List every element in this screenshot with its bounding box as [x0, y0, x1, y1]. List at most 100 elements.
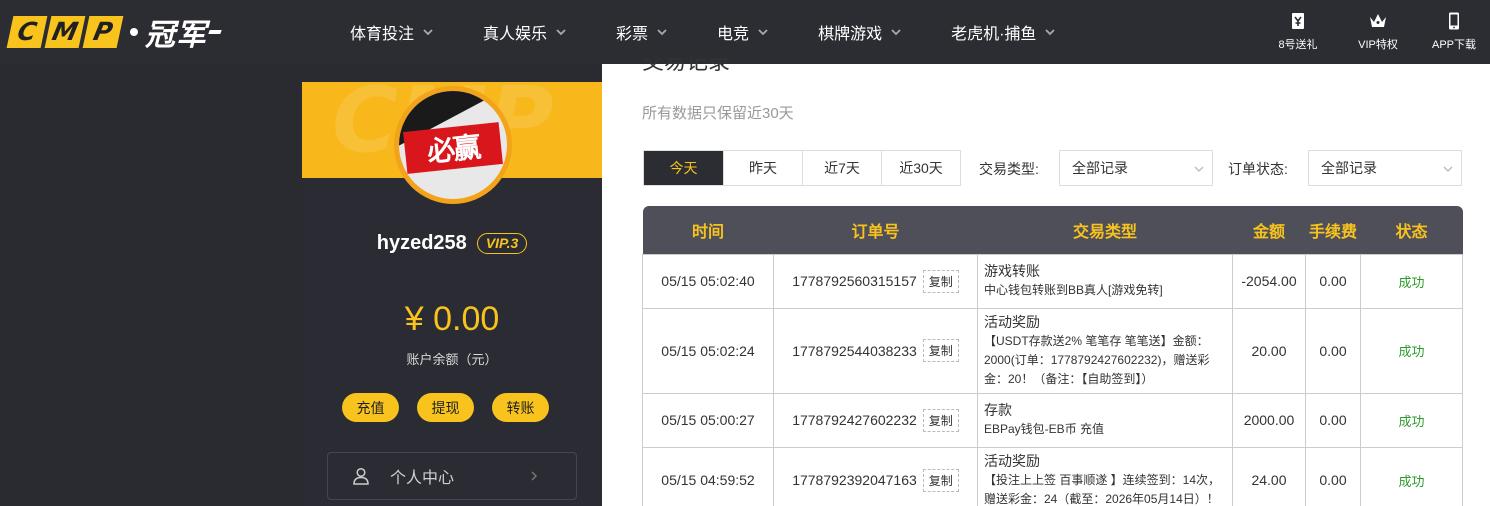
column-header-fee: 手续费	[1305, 206, 1361, 254]
column-header-status: 状态	[1360, 206, 1463, 254]
site-logo[interactable]: C M P 冠军	[6, 14, 222, 53]
date-range-tabs: 今天 昨天 近7天 近30天	[643, 150, 961, 186]
nav-label: 棋牌游戏	[818, 26, 883, 43]
cell-type: 活动奖励 【USDT存款送2% 笔笔存 笔笔送】金额：2000(订单：177879…	[977, 307, 1233, 394]
chevron-down-icon	[423, 29, 433, 36]
top-header: C M P 冠军 体育投注 真人娱乐 彩票 电竞 棋牌游戏 老虎机·捕鱼 8号送…	[0, 0, 1490, 64]
transaction-table: 时间 订单号 交易类型 金额 手续费 状态 05/15 05:02:40 177…	[642, 206, 1463, 506]
select-value: 全部记录	[1321, 160, 1377, 176]
nav-item-esports[interactable]: 电竞	[703, 0, 782, 64]
chevron-down-icon	[1443, 166, 1453, 172]
nav-label: 老虎机·捕鱼	[951, 26, 1037, 43]
table-row: 05/15 04:59:52 1778792392047163 复制 活动奖励 【投…	[642, 446, 1463, 506]
header-right-actions: 8号送礼 VIP特权 APP下载	[1262, 0, 1490, 64]
username: hyzed258	[376, 232, 467, 254]
nav-label: 彩票	[616, 26, 649, 43]
sidebar-item-label: 个人中心	[390, 470, 455, 487]
nav-item-card-games[interactable]: 棋牌游戏	[804, 0, 915, 64]
gift-8th-label: 8号送礼	[1278, 39, 1318, 51]
tab-yesterday[interactable]: 昨天	[723, 151, 802, 185]
user-sidebar: CMP 必赢 hyzed258 VIP.3 ¥ 0.00 账户余额（元） 充值 …	[302, 82, 602, 506]
account-balance: ¥ 0.00	[404, 300, 500, 338]
avatar-text: 必赢	[403, 122, 503, 174]
type-detail: EBPay钱包-EB币 充值	[984, 422, 1105, 436]
chevron-down-icon	[556, 29, 566, 36]
nav-item-lottery[interactable]: 彩票	[602, 0, 681, 64]
status-text: 成功	[1398, 274, 1425, 290]
chevron-right-icon	[531, 471, 538, 481]
status-text: 成功	[1398, 344, 1425, 359]
order-status-label: 订单状态:	[1228, 161, 1288, 177]
avatar[interactable]: 必赢	[394, 86, 512, 204]
transfer-button[interactable]: 转账	[492, 393, 549, 422]
page-title: 交易记录	[642, 58, 731, 74]
nav-item-sports[interactable]: 体育投注	[336, 0, 447, 64]
avatar-image: 必赢	[399, 91, 507, 199]
chevron-down-icon	[1045, 29, 1056, 36]
app-download-label: APP下载	[1431, 39, 1476, 51]
cell-fee: 0.00	[1305, 446, 1361, 506]
copy-button[interactable]: 复制	[922, 468, 959, 492]
nav-item-slots-fishing[interactable]: 老虎机·捕鱼	[937, 0, 1069, 64]
cell-order: 1778792560315157 复制	[773, 253, 978, 309]
chevron-down-icon	[1194, 166, 1204, 172]
deposit-button[interactable]: 充值	[342, 393, 399, 422]
tab-today[interactable]: 今天	[644, 151, 723, 185]
copy-button[interactable]: 复制	[922, 339, 959, 362]
app-download-button[interactable]: APP下载	[1418, 0, 1490, 64]
logo-dot	[130, 28, 138, 36]
main-content: 交易记录 所有数据只保留近30天 今天 昨天 近7天 近30天 交易类型: 全部…	[602, 58, 1490, 506]
chevron-down-icon	[657, 29, 667, 36]
user-icon	[353, 467, 369, 485]
vip-privilege-button[interactable]: VIP特权	[1342, 0, 1414, 64]
cell-order: 1778792544038233 复制	[773, 307, 978, 394]
type-title: 活动奖励	[984, 313, 1040, 330]
table-row: 05/15 05:00:27 1778792427602232 复制 存款 EBPa…	[642, 392, 1463, 448]
logo-letter-c: C	[6, 16, 48, 48]
cell-status: 成功	[1360, 392, 1463, 448]
cell-order: 1778792392047163 复制	[773, 446, 978, 506]
logo-mark	[208, 30, 222, 34]
column-header-order: 订单号	[773, 206, 978, 254]
order-number: 1778792560315157	[792, 273, 917, 289]
column-header-time: 时间	[642, 206, 774, 254]
gift-8th-button[interactable]: 8号送礼	[1262, 0, 1334, 64]
wallet-actions: 充值 提现 转账	[342, 393, 549, 422]
cell-type: 存款 EBPay钱包-EB币 充值	[977, 392, 1233, 448]
cell-amount: 2000.00	[1232, 392, 1306, 448]
table-row: 05/15 05:02:24 1778792544038233 复制 活动奖励 【U…	[642, 307, 1463, 394]
cell-fee: 0.00	[1305, 392, 1361, 448]
withdraw-button[interactable]: 提现	[417, 393, 474, 422]
nav-item-live-casino[interactable]: 真人娱乐	[469, 0, 580, 64]
column-header-type: 交易类型	[977, 206, 1233, 254]
copy-button[interactable]: 复制	[922, 408, 959, 432]
cell-time: 05/15 05:00:27	[642, 392, 774, 448]
cell-time: 05/15 05:02:24	[642, 307, 774, 394]
order-status-select[interactable]: 全部记录	[1308, 150, 1462, 186]
vip-level-badge: VIP.3	[476, 233, 528, 254]
gift-ticket-icon	[1292, 13, 1304, 29]
cell-type: 游戏转账 中心钱包转账到BB真人[游戏免转]	[977, 253, 1233, 309]
transaction-type-select[interactable]: 全部记录	[1059, 150, 1213, 186]
transaction-type-label: 交易类型:	[979, 161, 1039, 177]
column-header-amount: 金额	[1232, 206, 1306, 254]
type-title: 游戏转账	[984, 263, 1040, 279]
tab-last-30-days[interactable]: 近30天	[881, 151, 960, 185]
cell-type: 活动奖励 【投注上上签 百事顺遂 】连续签到：14次，赠送彩金：24（截至：202…	[977, 446, 1233, 506]
logo-letter-m: M	[44, 16, 86, 48]
cell-time: 05/15 05:02:40	[642, 253, 774, 309]
logo-chinese-text: 冠军	[145, 18, 207, 53]
cell-status: 成功	[1360, 446, 1463, 506]
cell-fee: 0.00	[1305, 253, 1361, 309]
order-number: 1778792392047163	[792, 472, 917, 488]
type-title: 存款	[984, 402, 1012, 418]
copy-button[interactable]: 复制	[922, 269, 959, 293]
cell-amount: -2054.00	[1232, 253, 1306, 309]
logo-letter-p: P	[82, 16, 124, 48]
table-row: 05/15 05:02:40 1778792560315157 复制 游戏转账 中心…	[642, 253, 1463, 309]
cell-amount: 24.00	[1232, 446, 1306, 506]
cell-fee: 0.00	[1305, 307, 1361, 394]
tab-last-7-days[interactable]: 近7天	[802, 151, 881, 185]
page-subtitle: 所有数据只保留近30天	[642, 105, 794, 122]
sidebar-item-personal-center[interactable]: 个人中心	[327, 452, 577, 500]
